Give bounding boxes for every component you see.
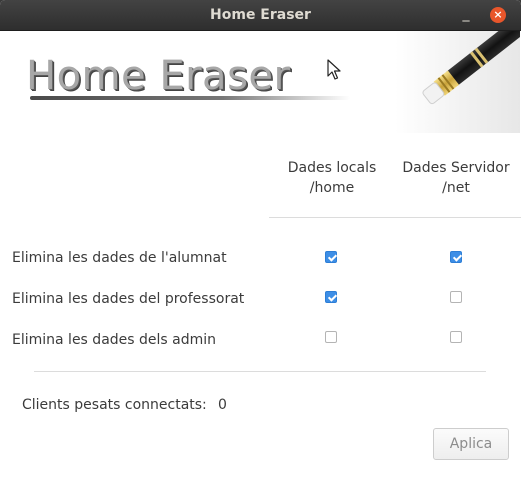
section-divider: [34, 371, 486, 372]
pencil-eraser-icon: [395, 31, 520, 133]
clients-count: 0: [218, 397, 227, 413]
checkbox-admin-server[interactable]: [450, 331, 462, 343]
header-divider: [269, 217, 521, 218]
apply-button[interactable]: Aplica: [433, 428, 509, 460]
window-title: Home Eraser: [210, 7, 311, 23]
row-label-admin: Elimina les dades dels admin: [12, 332, 217, 348]
row-label-professorat: Elimina les dades del professorat: [12, 291, 245, 307]
row-label-alumnat: Elimina les dades de l'alumnat: [12, 250, 227, 266]
app-window: Home Eraser _ × Home Eraser Dades locals…: [0, 0, 521, 477]
checkbox-alumnat-server[interactable]: [450, 251, 462, 263]
mouse-cursor-icon: [327, 59, 341, 80]
close-button[interactable]: ×: [490, 7, 506, 23]
column-header-server: Dades Servidor /net: [394, 158, 518, 198]
logo-underline: [30, 96, 350, 100]
checkbox-alumnat-local[interactable]: [325, 251, 337, 263]
column-server-title: Dades Servidor: [402, 160, 510, 176]
app-logo: Home Eraser: [26, 53, 291, 99]
checkbox-professorat-server[interactable]: [450, 291, 462, 303]
column-local-path: /home: [309, 180, 355, 196]
checkbox-admin-local[interactable]: [325, 331, 337, 343]
checkbox-professorat-local[interactable]: [325, 291, 337, 303]
minimize-button[interactable]: _: [459, 7, 473, 23]
column-header-local: Dades locals /home: [270, 158, 394, 198]
column-local-title: Dades locals: [287, 160, 377, 176]
title-bar[interactable]: Home Eraser _ ×: [0, 0, 521, 31]
column-server-path: /net: [442, 180, 470, 196]
clients-label: Clients pesats connectats:: [22, 397, 207, 413]
